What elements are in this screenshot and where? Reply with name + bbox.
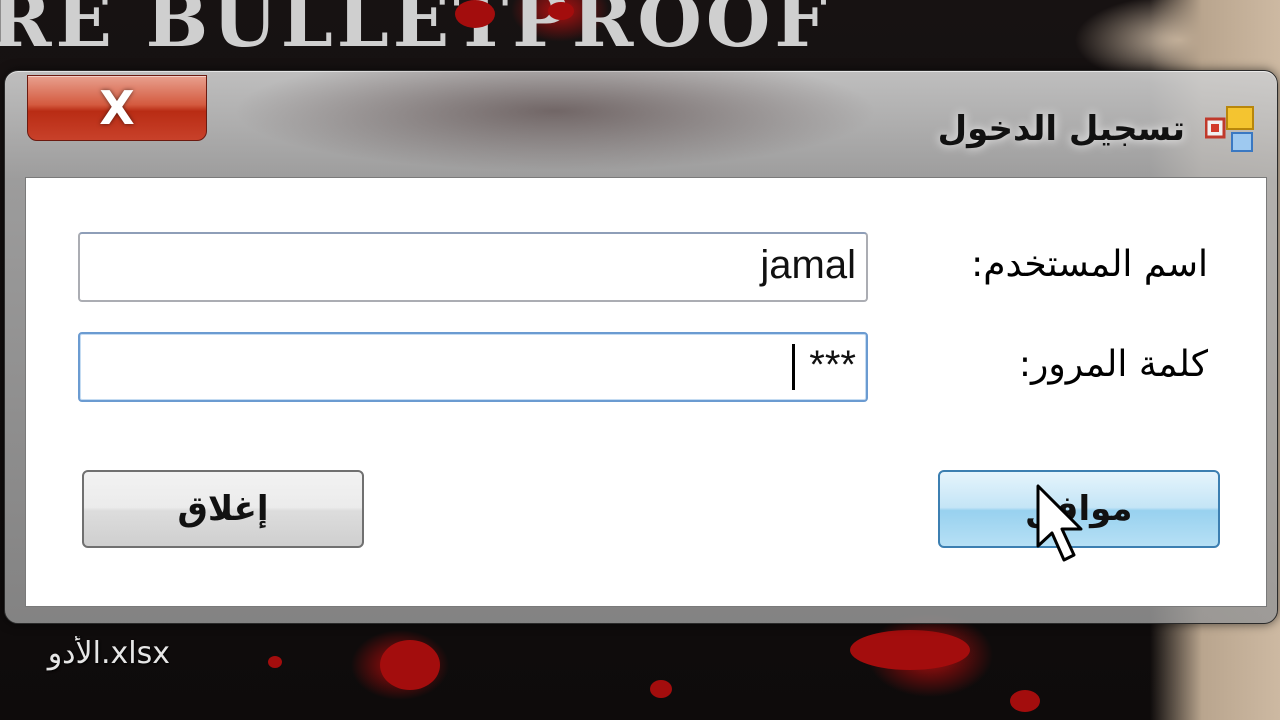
wallpaper-banner-text: RE BULLETPROOF [0,0,831,64]
password-input[interactable] [78,332,868,402]
mouse-pointer-icon [1036,484,1083,562]
username-input[interactable] [78,232,868,302]
blood-splat [268,656,282,668]
blood-splat [455,0,495,28]
titlebar-glass [205,71,905,171]
password-label: كلمة المرور: [1018,344,1208,385]
blood-splat [548,2,574,20]
windows-form-icon [1205,106,1254,152]
blood-splat [380,640,440,690]
close-window-button[interactable]: X [27,75,207,141]
blood-splat [1010,690,1040,712]
cancel-button[interactable]: إغلاق [82,470,364,548]
blood-splat [650,680,672,698]
desktop-file-label[interactable]: الأدو.xlsx [0,636,170,680]
close-icon: X [99,81,135,135]
window-title: تسجيل الدخول [937,109,1185,149]
text-caret [792,344,795,390]
blood-splat [850,630,970,670]
username-label: اسم المستخدم: [971,244,1208,285]
